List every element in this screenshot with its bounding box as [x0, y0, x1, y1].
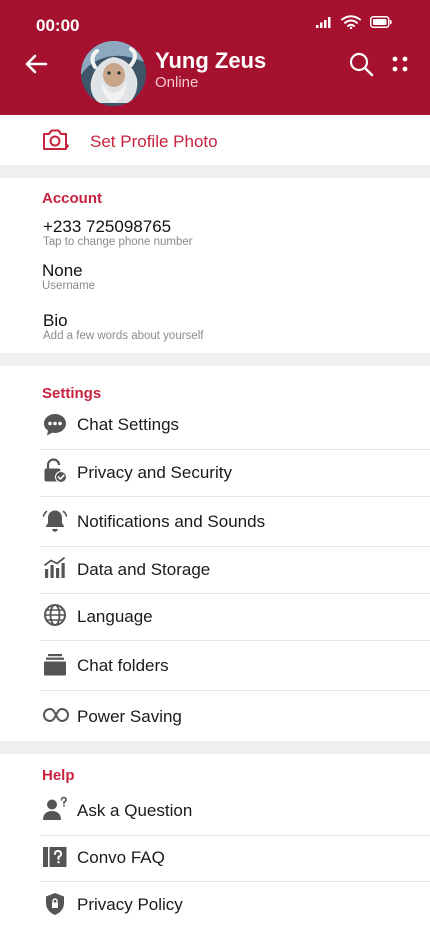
- menu-item-chat-settings[interactable]: Chat Settings: [0, 404, 430, 450]
- username-hint: Username: [42, 280, 96, 292]
- bio-hint: Add a few words about yourself: [43, 330, 204, 342]
- menu-item-privacy-policy[interactable]: Privacy Policy: [0, 882, 430, 928]
- phone-number-value: +233 725098765: [43, 217, 172, 236]
- username-value: None: [42, 261, 83, 280]
- lock-check-icon: [44, 458, 67, 483]
- shield-icon: [46, 893, 64, 915]
- bio-item[interactable]: Bio Add a few words about yourself: [0, 304, 430, 346]
- menu-item-power-saving[interactable]: Power Saving: [0, 691, 430, 741]
- menu-label: Ask a Question: [77, 801, 193, 820]
- menu-item-ask-question[interactable]: Ask a Question: [0, 786, 430, 835]
- section-gap: [0, 741, 430, 754]
- folders-icon: [44, 654, 66, 676]
- menu-item-data-storage[interactable]: Data and Storage: [0, 547, 430, 593]
- menu-label: Language: [77, 607, 153, 626]
- camera-add-icon: [43, 129, 69, 150]
- menu-label: Convo FAQ: [77, 848, 165, 867]
- menu-label: Data and Storage: [77, 560, 211, 579]
- ask-question-icon: [43, 796, 67, 820]
- back-arrow-icon[interactable]: [22, 50, 50, 78]
- menu-item-language[interactable]: Language: [0, 594, 430, 640]
- more-options-icon[interactable]: [390, 52, 410, 76]
- menu-label: Privacy Policy: [77, 895, 183, 914]
- settings-section-title: Settings: [42, 385, 102, 402]
- menu-label: Notifications and Sounds: [77, 512, 266, 531]
- battery-icon: [370, 16, 392, 28]
- section-gap: [0, 165, 430, 178]
- menu-item-convo-faq[interactable]: Convo FAQ: [0, 836, 430, 881]
- signal-icon: [316, 17, 331, 28]
- help-section-title: Help: [42, 767, 75, 784]
- wifi-icon: [341, 15, 361, 29]
- account-section-title: Account: [42, 190, 102, 207]
- section-gap: [0, 353, 430, 366]
- status-time: 00:00: [36, 16, 80, 35]
- bio-value: Bio: [43, 311, 68, 330]
- search-icon[interactable]: [347, 50, 375, 78]
- status-icons: [316, 15, 392, 29]
- menu-label: Privacy and Security: [77, 463, 232, 482]
- online-status: Online: [155, 74, 199, 91]
- chat-bubble-icon: [44, 414, 66, 436]
- profile-name: Yung Zeus: [155, 48, 267, 73]
- menu-item-notifications[interactable]: Notifications and Sounds: [0, 497, 430, 546]
- menu-label: Power Saving: [77, 707, 182, 726]
- faq-icon: [43, 847, 67, 867]
- bell-icon: [42, 510, 68, 532]
- globe-icon: [44, 604, 66, 626]
- set-profile-photo-button[interactable]: Set Profile Photo: [0, 115, 430, 165]
- phone-number-hint: Tap to change phone number: [43, 236, 193, 248]
- menu-item-chat-folders[interactable]: Chat folders: [0, 641, 430, 690]
- profile-header: 00:00 Yung Zeus Online: [0, 0, 430, 115]
- bar-chart-icon: [44, 557, 65, 578]
- menu-label: Chat folders: [77, 656, 169, 675]
- menu-label: Chat Settings: [77, 415, 180, 434]
- avatar[interactable]: [81, 41, 146, 106]
- set-profile-photo-label: Set Profile Photo: [90, 132, 218, 151]
- avatar-image: [81, 41, 146, 106]
- username-item[interactable]: None Username: [0, 254, 430, 296]
- battery-saver-icon: [43, 707, 69, 723]
- menu-item-privacy-security[interactable]: Privacy and Security: [0, 450, 430, 496]
- phone-number-item[interactable]: +233 725098765 Tap to change phone numbe…: [0, 210, 430, 252]
